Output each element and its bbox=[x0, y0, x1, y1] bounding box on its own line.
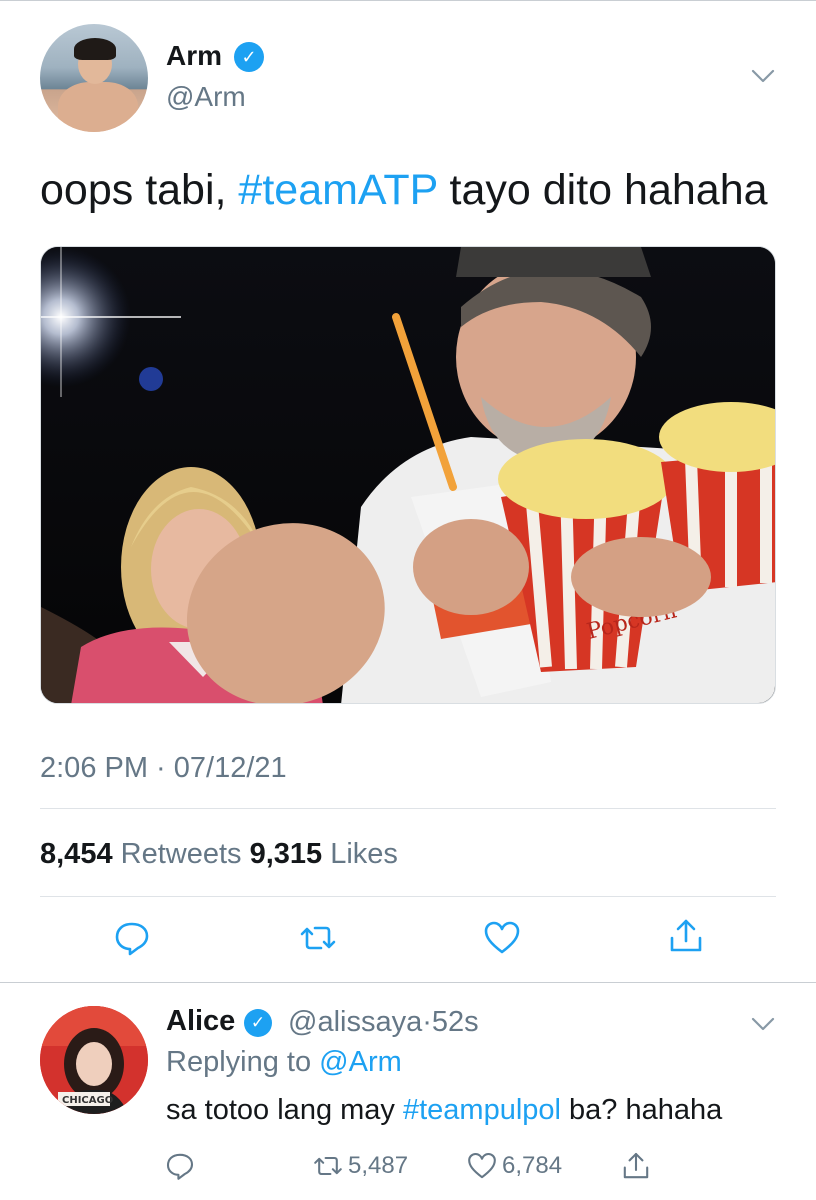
author-handle[interactable]: @Arm bbox=[166, 81, 246, 113]
reply-like-button[interactable]: 6,784 bbox=[466, 1150, 562, 1182]
tweet-text-before: oops tabi, bbox=[40, 166, 239, 214]
replying-to-handle[interactable]: @Arm bbox=[319, 1046, 402, 1078]
author-avatar[interactable] bbox=[40, 24, 148, 132]
reply-author-handle[interactable]: @alissaya bbox=[288, 1006, 422, 1038]
replying-to: Replying to @Arm bbox=[166, 1046, 402, 1079]
reply-meta: @alissaya·52s bbox=[288, 1006, 479, 1039]
top-border bbox=[0, 0, 816, 1]
reply-author-name[interactable]: Alice bbox=[166, 1005, 235, 1038]
likes-label[interactable]: Likes bbox=[330, 838, 398, 870]
like-icon bbox=[468, 1152, 496, 1179]
reply-retweet-count: 5,487 bbox=[348, 1152, 409, 1179]
share-icon bbox=[623, 1152, 649, 1179]
reply-icon[interactable] bbox=[112, 918, 152, 958]
tweet-image[interactable]: Popcorn bbox=[40, 246, 776, 704]
meta-separator: · bbox=[422, 1006, 432, 1038]
retweet-icon bbox=[314, 1156, 342, 1176]
verified-badge-icon: ✓ bbox=[234, 42, 264, 72]
movie-theater-photo: Popcorn bbox=[41, 247, 775, 703]
likes-count[interactable]: 9,315 bbox=[250, 838, 323, 870]
chevron-down-icon[interactable] bbox=[748, 64, 778, 88]
reply-hashtag-link[interactable]: #teampulpol bbox=[403, 1094, 561, 1126]
avatar-shirt-text: CHICAGO bbox=[62, 1095, 113, 1106]
like-icon[interactable] bbox=[482, 918, 522, 958]
divider bbox=[40, 896, 776, 897]
verified-badge-icon: ✓ bbox=[244, 1009, 272, 1037]
tweet-timestamp[interactable]: 2:06 PM · 07/12/21 bbox=[40, 752, 287, 785]
tweet-separator bbox=[0, 982, 816, 983]
divider bbox=[40, 808, 776, 809]
reply-like-count: 6,784 bbox=[502, 1152, 563, 1179]
reply-text-before: sa totoo lang may bbox=[166, 1094, 403, 1126]
replying-to-label: Replying to bbox=[166, 1046, 312, 1078]
tweet-text: oops tabi, #teamATP tayo dito hahaha bbox=[40, 166, 768, 215]
reply-text: sa totoo lang may #teampulpol ba? hahaha bbox=[166, 1094, 722, 1127]
reply-author-avatar[interactable]: CHICAGO bbox=[40, 1006, 148, 1114]
reply-reply-button[interactable] bbox=[164, 1150, 200, 1182]
tweet-text-after: tayo dito hahaha bbox=[437, 166, 768, 214]
retweets-label[interactable]: Retweets bbox=[121, 838, 242, 870]
retweet-icon[interactable] bbox=[298, 918, 338, 958]
hashtag-link[interactable]: #teamATP bbox=[238, 166, 437, 214]
chevron-down-icon[interactable] bbox=[748, 1012, 778, 1036]
engagement-stats: 8,454 Retweets 9,315 Likes bbox=[40, 838, 398, 871]
reply-share-button[interactable] bbox=[620, 1150, 656, 1182]
author-name[interactable]: Arm bbox=[166, 40, 222, 72]
retweets-count[interactable]: 8,454 bbox=[40, 838, 113, 870]
reply-icon bbox=[166, 1153, 194, 1180]
share-icon[interactable] bbox=[666, 916, 706, 956]
reply-retweet-button[interactable]: 5,487 bbox=[312, 1150, 408, 1182]
reply-time[interactable]: 52s bbox=[432, 1006, 479, 1038]
reply-text-after: ba? hahaha bbox=[560, 1094, 723, 1126]
